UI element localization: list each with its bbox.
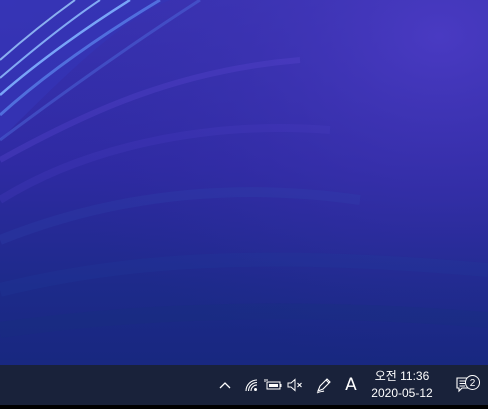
taskbar: A 오전 11:36 2020-05-12 2 bbox=[0, 365, 488, 405]
screen-bottom-edge bbox=[0, 405, 488, 409]
notification-count-badge: 2 bbox=[465, 375, 480, 390]
chevron-up-icon bbox=[219, 382, 231, 389]
clock-button[interactable]: 오전 11:36 2020-05-12 bbox=[362, 367, 442, 403]
network-button[interactable] bbox=[240, 365, 262, 405]
show-hidden-icons-button[interactable] bbox=[214, 365, 236, 405]
action-center-icon-wrap: 2 bbox=[455, 375, 480, 394]
volume-muted-icon bbox=[287, 378, 302, 392]
pen-workspace-button[interactable] bbox=[312, 365, 336, 405]
volume-button[interactable] bbox=[284, 365, 306, 405]
battery-button[interactable] bbox=[262, 365, 284, 405]
input-indicator-button[interactable]: A bbox=[340, 365, 362, 405]
clock-date: 2020-05-12 bbox=[371, 386, 433, 400]
desktop: A 오전 11:36 2020-05-12 2 bbox=[0, 0, 488, 409]
desktop-wallpaper bbox=[0, 0, 488, 365]
action-center-button[interactable]: 2 bbox=[450, 365, 480, 405]
clock-time: 오전 11:36 bbox=[374, 369, 430, 383]
battery-plug-icon bbox=[264, 379, 282, 390]
pen-workspace-icon bbox=[316, 378, 331, 394]
wifi-icon bbox=[245, 379, 258, 392]
ime-mode-label: A bbox=[345, 375, 357, 395]
